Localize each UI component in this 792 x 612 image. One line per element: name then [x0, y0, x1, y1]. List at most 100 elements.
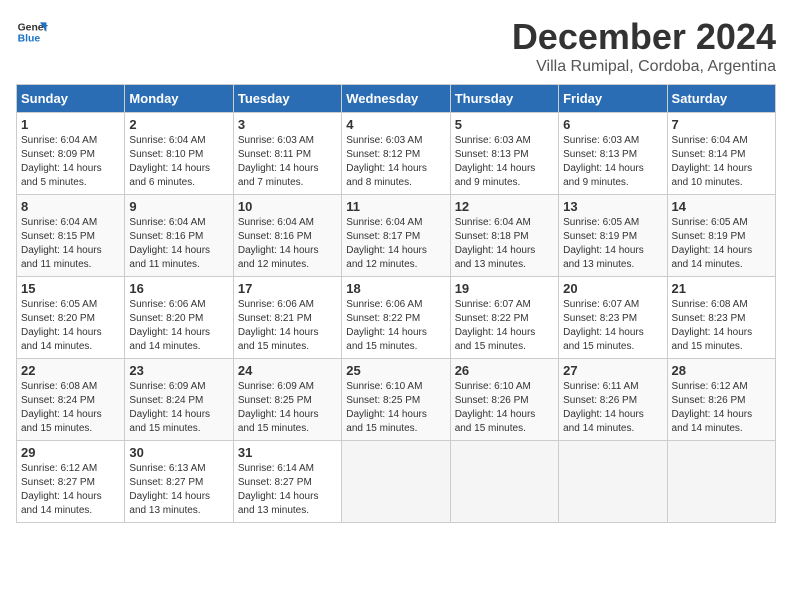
- day-info: Sunrise: 6:04 AM Sunset: 8:09 PM Dayligh…: [21, 134, 120, 190]
- calendar-week-row: 29 Sunrise: 6:12 AM Sunset: 8:27 PM Dayl…: [17, 441, 776, 523]
- day-info: Sunrise: 6:04 AM Sunset: 8:17 PM Dayligh…: [346, 216, 445, 272]
- day-info: Sunrise: 6:10 AM Sunset: 8:26 PM Dayligh…: [455, 380, 554, 436]
- day-number: 12: [455, 199, 554, 214]
- day-info: Sunrise: 6:03 AM Sunset: 8:12 PM Dayligh…: [346, 134, 445, 190]
- day-info: Sunrise: 6:03 AM Sunset: 8:11 PM Dayligh…: [238, 134, 337, 190]
- day-number: 11: [346, 199, 445, 214]
- calendar-day-cell: 8 Sunrise: 6:04 AM Sunset: 8:15 PM Dayli…: [17, 195, 125, 277]
- calendar-day-cell: [342, 441, 450, 523]
- calendar-day-cell: 30 Sunrise: 6:13 AM Sunset: 8:27 PM Dayl…: [125, 441, 233, 523]
- day-number: 15: [21, 281, 120, 296]
- day-info: Sunrise: 6:08 AM Sunset: 8:23 PM Dayligh…: [672, 298, 771, 354]
- calendar-day-cell: 2 Sunrise: 6:04 AM Sunset: 8:10 PM Dayli…: [125, 113, 233, 195]
- calendar-day-cell: 17 Sunrise: 6:06 AM Sunset: 8:21 PM Dayl…: [233, 277, 341, 359]
- day-info: Sunrise: 6:13 AM Sunset: 8:27 PM Dayligh…: [129, 462, 228, 518]
- day-info: Sunrise: 6:04 AM Sunset: 8:16 PM Dayligh…: [129, 216, 228, 272]
- day-info: Sunrise: 6:04 AM Sunset: 8:10 PM Dayligh…: [129, 134, 228, 190]
- day-number: 30: [129, 445, 228, 460]
- header-day: Tuesday: [233, 85, 341, 113]
- day-info: Sunrise: 6:05 AM Sunset: 8:20 PM Dayligh…: [21, 298, 120, 354]
- page-header: General Blue December 2024 Villa Rumipal…: [16, 16, 776, 76]
- day-number: 18: [346, 281, 445, 296]
- calendar-day-cell: 6 Sunrise: 6:03 AM Sunset: 8:13 PM Dayli…: [559, 113, 667, 195]
- day-number: 10: [238, 199, 337, 214]
- header-day: Saturday: [667, 85, 775, 113]
- day-number: 13: [563, 199, 662, 214]
- calendar-day-cell: 15 Sunrise: 6:05 AM Sunset: 8:20 PM Dayl…: [17, 277, 125, 359]
- calendar-day-cell: 23 Sunrise: 6:09 AM Sunset: 8:24 PM Dayl…: [125, 359, 233, 441]
- day-number: 19: [455, 281, 554, 296]
- day-info: Sunrise: 6:06 AM Sunset: 8:21 PM Dayligh…: [238, 298, 337, 354]
- day-number: 20: [563, 281, 662, 296]
- calendar-day-cell: 29 Sunrise: 6:12 AM Sunset: 8:27 PM Dayl…: [17, 441, 125, 523]
- calendar-day-cell: 13 Sunrise: 6:05 AM Sunset: 8:19 PM Dayl…: [559, 195, 667, 277]
- day-info: Sunrise: 6:04 AM Sunset: 8:18 PM Dayligh…: [455, 216, 554, 272]
- day-info: Sunrise: 6:11 AM Sunset: 8:26 PM Dayligh…: [563, 380, 662, 436]
- day-number: 8: [21, 199, 120, 214]
- header-row: SundayMondayTuesdayWednesdayThursdayFrid…: [17, 85, 776, 113]
- day-info: Sunrise: 6:04 AM Sunset: 8:16 PM Dayligh…: [238, 216, 337, 272]
- day-info: Sunrise: 6:03 AM Sunset: 8:13 PM Dayligh…: [455, 134, 554, 190]
- day-number: 7: [672, 117, 771, 132]
- day-number: 31: [238, 445, 337, 460]
- day-number: 28: [672, 363, 771, 378]
- calendar-day-cell: 27 Sunrise: 6:11 AM Sunset: 8:26 PM Dayl…: [559, 359, 667, 441]
- calendar-day-cell: 12 Sunrise: 6:04 AM Sunset: 8:18 PM Dayl…: [450, 195, 558, 277]
- day-number: 26: [455, 363, 554, 378]
- day-number: 24: [238, 363, 337, 378]
- calendar-day-cell: 7 Sunrise: 6:04 AM Sunset: 8:14 PM Dayli…: [667, 113, 775, 195]
- calendar-day-cell: 4 Sunrise: 6:03 AM Sunset: 8:12 PM Dayli…: [342, 113, 450, 195]
- calendar-week-row: 22 Sunrise: 6:08 AM Sunset: 8:24 PM Dayl…: [17, 359, 776, 441]
- calendar-day-cell: 16 Sunrise: 6:06 AM Sunset: 8:20 PM Dayl…: [125, 277, 233, 359]
- day-info: Sunrise: 6:14 AM Sunset: 8:27 PM Dayligh…: [238, 462, 337, 518]
- day-number: 4: [346, 117, 445, 132]
- svg-text:Blue: Blue: [18, 34, 41, 45]
- calendar-day-cell: 10 Sunrise: 6:04 AM Sunset: 8:16 PM Dayl…: [233, 195, 341, 277]
- day-info: Sunrise: 6:04 AM Sunset: 8:14 PM Dayligh…: [672, 134, 771, 190]
- day-number: 23: [129, 363, 228, 378]
- day-info: Sunrise: 6:07 AM Sunset: 8:22 PM Dayligh…: [455, 298, 554, 354]
- day-number: 16: [129, 281, 228, 296]
- calendar-day-cell: 1 Sunrise: 6:04 AM Sunset: 8:09 PM Dayli…: [17, 113, 125, 195]
- header-day: Wednesday: [342, 85, 450, 113]
- day-info: Sunrise: 6:09 AM Sunset: 8:25 PM Dayligh…: [238, 380, 337, 436]
- day-number: 2: [129, 117, 228, 132]
- day-info: Sunrise: 6:07 AM Sunset: 8:23 PM Dayligh…: [563, 298, 662, 354]
- calendar-day-cell: 18 Sunrise: 6:06 AM Sunset: 8:22 PM Dayl…: [342, 277, 450, 359]
- calendar-day-cell: [450, 441, 558, 523]
- calendar-day-cell: 19 Sunrise: 6:07 AM Sunset: 8:22 PM Dayl…: [450, 277, 558, 359]
- title-area: December 2024 Villa Rumipal, Cordoba, Ar…: [512, 16, 776, 76]
- header-day: Thursday: [450, 85, 558, 113]
- calendar-day-cell: 25 Sunrise: 6:10 AM Sunset: 8:25 PM Dayl…: [342, 359, 450, 441]
- day-info: Sunrise: 6:08 AM Sunset: 8:24 PM Dayligh…: [21, 380, 120, 436]
- day-info: Sunrise: 6:09 AM Sunset: 8:24 PM Dayligh…: [129, 380, 228, 436]
- calendar-week-row: 15 Sunrise: 6:05 AM Sunset: 8:20 PM Dayl…: [17, 277, 776, 359]
- calendar-day-cell: 3 Sunrise: 6:03 AM Sunset: 8:11 PM Dayli…: [233, 113, 341, 195]
- calendar-week-row: 8 Sunrise: 6:04 AM Sunset: 8:15 PM Dayli…: [17, 195, 776, 277]
- calendar-day-cell: 21 Sunrise: 6:08 AM Sunset: 8:23 PM Dayl…: [667, 277, 775, 359]
- calendar-day-cell: 24 Sunrise: 6:09 AM Sunset: 8:25 PM Dayl…: [233, 359, 341, 441]
- calendar-table: SundayMondayTuesdayWednesdayThursdayFrid…: [16, 84, 776, 523]
- calendar-day-cell: 31 Sunrise: 6:14 AM Sunset: 8:27 PM Dayl…: [233, 441, 341, 523]
- day-number: 29: [21, 445, 120, 460]
- day-number: 14: [672, 199, 771, 214]
- day-number: 21: [672, 281, 771, 296]
- day-number: 9: [129, 199, 228, 214]
- day-number: 22: [21, 363, 120, 378]
- day-number: 17: [238, 281, 337, 296]
- header-day: Monday: [125, 85, 233, 113]
- location-title: Villa Rumipal, Cordoba, Argentina: [512, 58, 776, 76]
- day-info: Sunrise: 6:03 AM Sunset: 8:13 PM Dayligh…: [563, 134, 662, 190]
- day-number: 3: [238, 117, 337, 132]
- month-title: December 2024: [512, 16, 776, 58]
- calendar-day-cell: 14 Sunrise: 6:05 AM Sunset: 8:19 PM Dayl…: [667, 195, 775, 277]
- day-info: Sunrise: 6:04 AM Sunset: 8:15 PM Dayligh…: [21, 216, 120, 272]
- day-number: 25: [346, 363, 445, 378]
- day-info: Sunrise: 6:05 AM Sunset: 8:19 PM Dayligh…: [563, 216, 662, 272]
- calendar-day-cell: 28 Sunrise: 6:12 AM Sunset: 8:26 PM Dayl…: [667, 359, 775, 441]
- day-info: Sunrise: 6:05 AM Sunset: 8:19 PM Dayligh…: [672, 216, 771, 272]
- header-day: Sunday: [17, 85, 125, 113]
- day-number: 1: [21, 117, 120, 132]
- day-info: Sunrise: 6:06 AM Sunset: 8:22 PM Dayligh…: [346, 298, 445, 354]
- day-number: 6: [563, 117, 662, 132]
